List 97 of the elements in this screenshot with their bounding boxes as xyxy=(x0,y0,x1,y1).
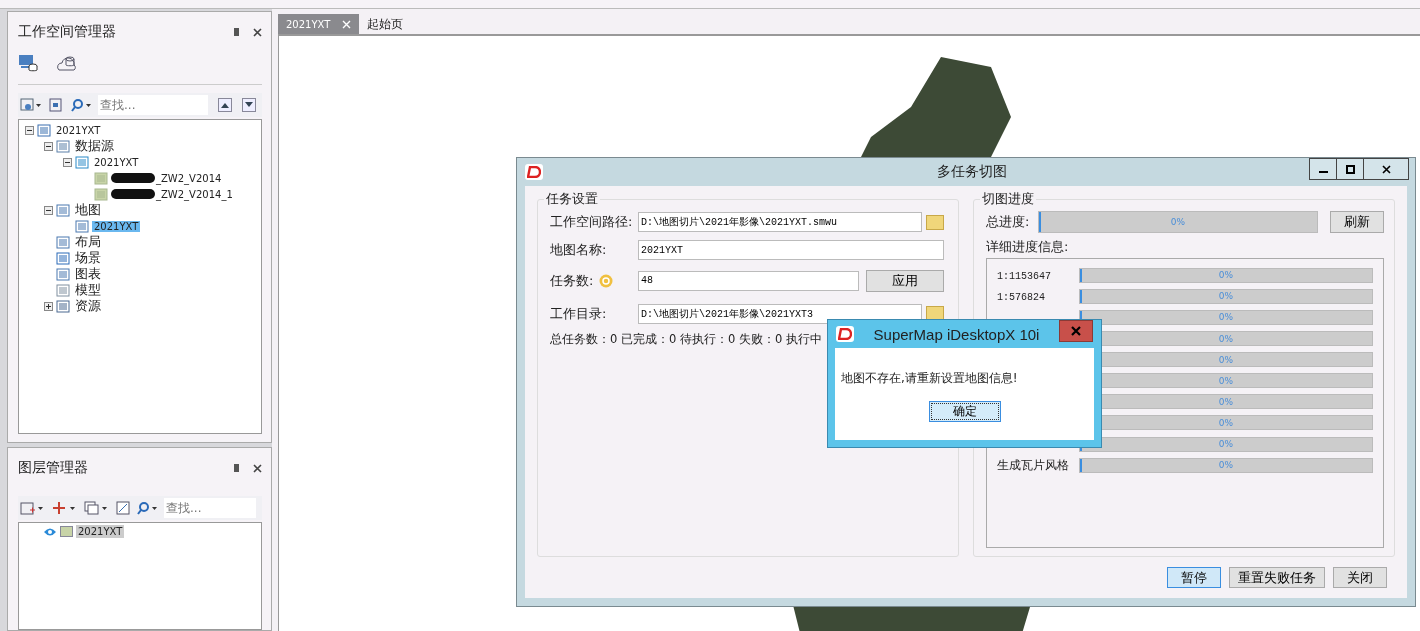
tree-node-icon xyxy=(56,299,70,313)
tree-item[interactable]: 2021YXT xyxy=(54,124,103,136)
progress-reading: 0% xyxy=(1217,353,1235,367)
tree-node-icon xyxy=(56,251,70,265)
expand-toggle-icon[interactable] xyxy=(44,141,53,151)
expand-toggle-icon[interactable] xyxy=(44,301,53,311)
document-icon[interactable] xyxy=(48,98,64,112)
tree-node-icon xyxy=(56,139,70,153)
panel-title: 图层管理器 xyxy=(18,459,89,477)
close-icon xyxy=(1381,164,1391,174)
text-field[interactable]: 2021YXT xyxy=(638,240,944,260)
map-frame-icon[interactable] xyxy=(116,501,130,515)
tree-node-icon xyxy=(94,171,108,185)
view-dropdown-icon[interactable] xyxy=(20,98,42,112)
progress-reading: 0% xyxy=(1217,374,1235,388)
caret-down-icon xyxy=(245,102,253,108)
document-tab[interactable]: 起始页 xyxy=(359,14,412,34)
caret-up-icon xyxy=(221,102,229,108)
dialog-title: 多任务切图 xyxy=(935,163,1008,181)
tree-item[interactable]: 布局 xyxy=(73,233,103,251)
message-text: 地图不存在,请重新设置地图信息! xyxy=(841,370,1018,387)
field-label: 详细进度信息: xyxy=(986,238,1070,256)
tree-node-icon xyxy=(94,187,108,201)
add-icon[interactable] xyxy=(52,501,78,515)
scale-label: 1:1153647 xyxy=(997,271,1051,283)
close-button[interactable] xyxy=(1059,320,1093,342)
close-button[interactable] xyxy=(1363,158,1409,180)
tree-node-icon xyxy=(56,235,70,249)
minimize-button[interactable] xyxy=(1309,158,1337,180)
tree-item[interactable]: 场景 xyxy=(73,249,103,267)
progress-reading: 0% xyxy=(1217,395,1235,409)
field-label: 工作目录: xyxy=(550,304,608,323)
field-label: 任务数: xyxy=(550,271,594,290)
dialog-button[interactable]: 关闭 xyxy=(1333,567,1387,588)
layers-icon[interactable] xyxy=(84,501,110,515)
up-arrow-button[interactable] xyxy=(218,98,232,112)
refresh-button[interactable]: 刷新 xyxy=(1330,211,1384,233)
tree-item[interactable]: 地图 xyxy=(73,201,103,219)
tree-item[interactable]: _ZW2_V2014 xyxy=(154,172,224,184)
new-layer-group-icon[interactable] xyxy=(20,501,46,515)
down-arrow-button[interactable] xyxy=(242,98,256,112)
dialog-button[interactable]: 重置失败任务 xyxy=(1229,567,1325,588)
tree-item[interactable]: 2021YXT xyxy=(92,156,141,168)
close-icon[interactable] xyxy=(253,463,262,473)
number-field[interactable]: 48 xyxy=(638,270,859,291)
tree-item[interactable]: 2021YXT xyxy=(92,220,141,232)
computer-database-icon[interactable] xyxy=(18,54,38,72)
image-layer-icon xyxy=(60,526,73,537)
eye-icon[interactable] xyxy=(43,526,57,537)
tree-node-icon xyxy=(75,155,89,169)
tree-item[interactable]: _ZW2_V2014_1 xyxy=(154,188,235,200)
progress-reading: 0% xyxy=(1217,269,1235,282)
panel-title: 工作空间管理器 xyxy=(18,23,117,41)
expand-toggle-icon[interactable] xyxy=(44,205,53,215)
minimize-icon xyxy=(1318,171,1328,173)
group-title: 任务设置 xyxy=(545,190,599,208)
tree-item[interactable]: 数据源 xyxy=(73,137,116,155)
ok-button[interactable]: 确定 xyxy=(928,401,1001,422)
apply-button[interactable]: 应用 xyxy=(866,269,944,292)
scale-label: 1:576824 xyxy=(997,292,1045,304)
field-label: 总进度: xyxy=(986,213,1031,231)
field-label: 工作空间路径: xyxy=(550,213,634,231)
cloud-database-icon[interactable] xyxy=(56,54,78,72)
progress-reading: 0% xyxy=(1217,416,1235,430)
task-summary: 总任务数：0 已完成：0 待执行：0 失败：0 执行中 xyxy=(550,332,822,347)
progress-reading: 0% xyxy=(1217,438,1235,451)
progress-reading: 0% xyxy=(1217,311,1235,324)
layer-item[interactable]: 2021YXT xyxy=(76,525,125,538)
field-label: 地图名称: xyxy=(550,241,608,259)
search-icon[interactable] xyxy=(70,98,92,112)
close-icon xyxy=(1071,326,1081,336)
tree-node-icon xyxy=(75,219,89,233)
tree-node-icon xyxy=(37,123,51,137)
app-logo-icon xyxy=(836,326,854,342)
app-logo-icon xyxy=(525,164,543,180)
search-icon[interactable] xyxy=(136,501,158,515)
progress-reading: 0% xyxy=(1217,332,1235,346)
expand-toggle-icon[interactable] xyxy=(63,157,72,167)
maximize-button[interactable] xyxy=(1336,158,1364,180)
scale-label: 生成瓦片风格 xyxy=(997,457,1069,472)
progress-reading: 0% xyxy=(1217,290,1235,303)
progress-reading: 0% xyxy=(1217,459,1235,472)
tree-item[interactable]: 资源 xyxy=(73,297,103,315)
group-title: 切图进度 xyxy=(981,190,1035,208)
maximize-icon xyxy=(1345,164,1355,174)
path-field[interactable]: D:\地图切片\2021年影像\2021YXT3 xyxy=(638,303,922,324)
tree-node-icon xyxy=(56,283,70,297)
close-icon[interactable] xyxy=(253,27,262,37)
dialog-button[interactable]: 暂停 xyxy=(1167,567,1221,588)
expand-toggle-icon[interactable] xyxy=(25,125,34,135)
dialog-title: SuperMap iDesktopX 10i xyxy=(872,325,1041,343)
tree-item[interactable]: 图表 xyxy=(73,265,103,283)
tree-node-icon xyxy=(56,203,70,217)
tree-item[interactable]: 模型 xyxy=(73,281,103,299)
tree-node-icon xyxy=(56,267,70,281)
progress-reading: 0% xyxy=(1169,216,1187,229)
path-field[interactable]: D:\地图切片\2021年影像\2021YXT.smwu xyxy=(638,212,922,232)
